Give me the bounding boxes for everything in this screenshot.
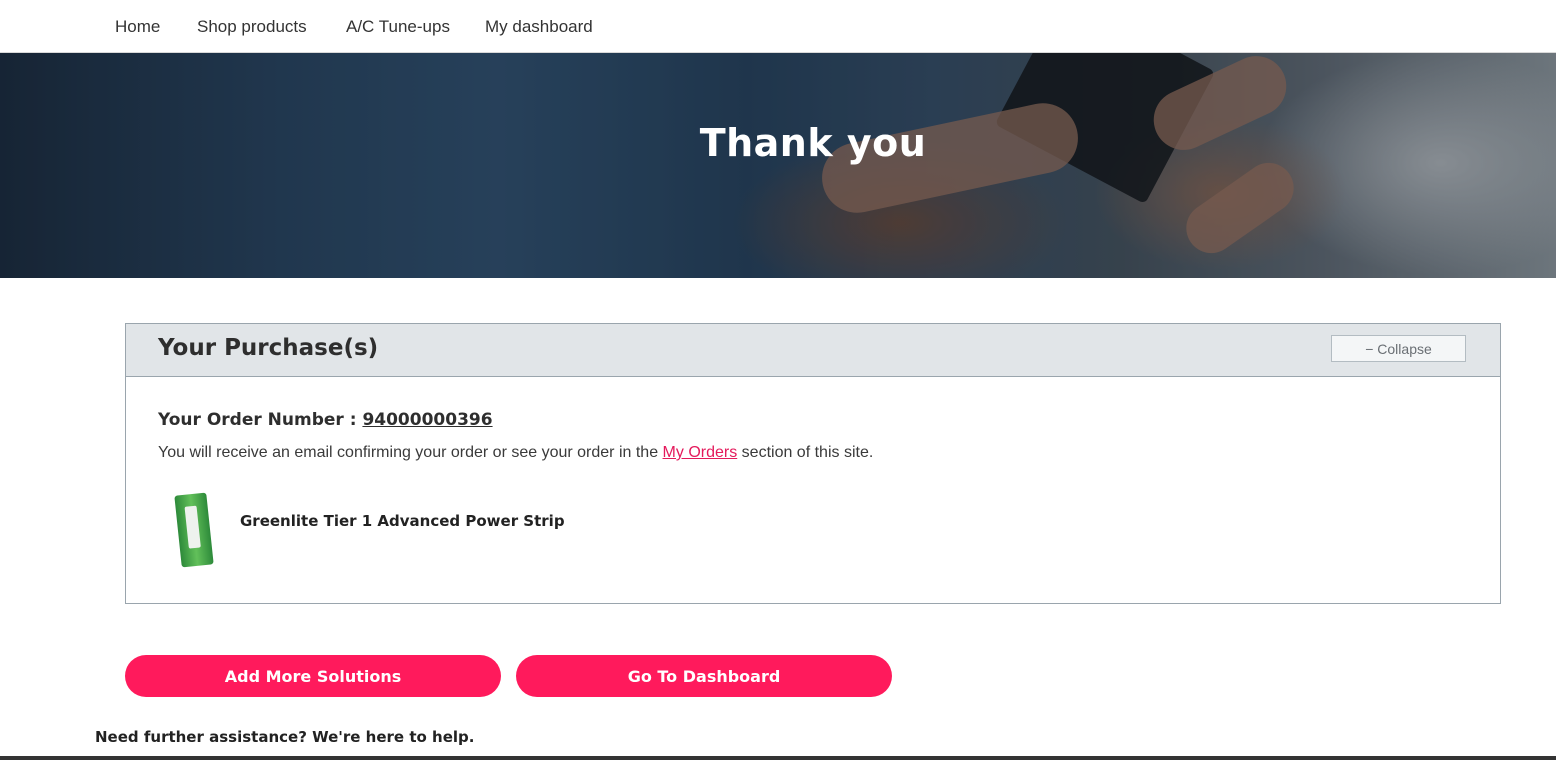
page-title: Thank you bbox=[699, 121, 927, 165]
top-navigation: Home Shop products A/C Tune-ups My dashb… bbox=[0, 0, 1556, 53]
nav-my-dashboard-link[interactable]: My dashboard bbox=[485, 17, 593, 37]
order-number-line: Your Order Number : 94000000396 bbox=[158, 410, 493, 430]
order-number-link[interactable]: 94000000396 bbox=[362, 410, 492, 430]
product-image bbox=[174, 492, 214, 568]
purchase-panel-header: Your Purchase(s) − Collapse bbox=[126, 324, 1500, 377]
confirmation-message: You will receive an email confirming you… bbox=[158, 444, 873, 462]
add-more-solutions-button[interactable]: Add More Solutions bbox=[125, 655, 501, 697]
my-orders-link[interactable]: My Orders bbox=[663, 444, 738, 461]
hero-banner: Thank you bbox=[0, 53, 1556, 278]
go-to-dashboard-button[interactable]: Go To Dashboard bbox=[516, 655, 892, 697]
confirmation-text-prefix: You will receive an email confirming you… bbox=[158, 444, 663, 461]
confirmation-text-suffix: section of this site. bbox=[737, 444, 874, 461]
nav-shop-products-link[interactable]: Shop products bbox=[197, 17, 307, 37]
purchase-panel-title: Your Purchase(s) bbox=[158, 335, 379, 361]
nav-home-link[interactable]: Home bbox=[115, 17, 160, 37]
collapse-button[interactable]: − Collapse bbox=[1331, 335, 1466, 362]
help-heading: Need further assistance? We're here to h… bbox=[95, 728, 475, 746]
product-name: Greenlite Tier 1 Advanced Power Strip bbox=[240, 512, 565, 530]
order-number-label: Your Order Number : bbox=[158, 410, 363, 430]
hero-overlay bbox=[0, 53, 1556, 278]
purchase-panel: Your Purchase(s) − Collapse Your Order N… bbox=[125, 323, 1501, 604]
footer-edge bbox=[0, 756, 1556, 760]
nav-ac-tune-ups-link[interactable]: A/C Tune-ups bbox=[346, 17, 450, 37]
